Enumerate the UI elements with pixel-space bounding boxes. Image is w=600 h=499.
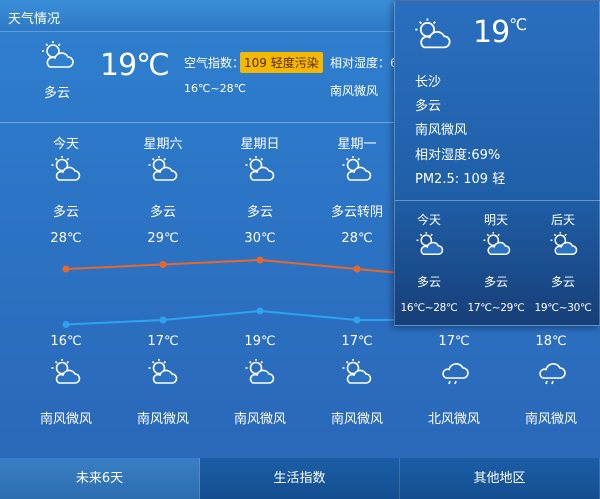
sun-cloud-icon — [245, 156, 275, 181]
sun-cloud-icon — [51, 359, 81, 384]
current-condition: 多云 — [44, 86, 71, 101]
low-temp-point — [353, 316, 361, 324]
low-temp-point — [159, 316, 167, 324]
sun-cloud-icon — [415, 18, 451, 49]
sun-cloud-icon — [342, 156, 372, 181]
cloud-rain-icon — [442, 363, 469, 385]
popup-divider — [395, 200, 600, 201]
sun-cloud-icon — [245, 359, 275, 384]
day-name: 星期日 — [240, 137, 280, 152]
day-name: 星期一 — [337, 137, 377, 152]
cloud-rain-icon — [539, 363, 566, 385]
popup-day-condition: 多云 — [483, 275, 508, 289]
popup-day-condition: 多云 — [550, 275, 575, 289]
high-temp: 28℃ — [341, 231, 373, 246]
day-wind: 南风微风 — [136, 412, 189, 427]
day-condition: 多云 — [149, 205, 176, 220]
day-wind: 南风微风 — [233, 412, 286, 427]
sun-cloud-icon — [148, 359, 178, 384]
window-title: 天气情况 — [8, 12, 61, 27]
sun-cloud-icon — [483, 231, 511, 255]
sun-cloud-icon — [51, 156, 81, 181]
day-wind: 南风微风 — [524, 412, 577, 427]
day-condition: 多云 — [246, 205, 273, 220]
day-wind: 南风微风 — [330, 412, 383, 427]
low-temp: 17℃ — [438, 334, 470, 349]
sun-cloud-icon — [416, 231, 444, 255]
air-quality-badge[interactable]: 109 轻度污染 — [240, 52, 323, 73]
popup-day-range: 16℃~28℃ — [400, 302, 458, 314]
weather-popup: 19℃ 长沙 多云 南风微风 相对湿度:69% PM2.5: 109 轻 今天多… — [394, 0, 600, 326]
sun-cloud-icon — [550, 231, 578, 255]
air-quality-label: 空气指数： — [184, 56, 245, 70]
temperature-range: 16℃~28℃ — [184, 82, 246, 95]
popup-temperature: 19℃ — [473, 15, 527, 50]
popup-day-condition: 多云 — [416, 275, 441, 289]
high-temp: 30℃ — [244, 231, 276, 246]
popup-day-range: 19℃~30℃ — [534, 302, 592, 314]
tab-forecast[interactable]: 未来6天 — [0, 458, 200, 499]
sun-cloud-icon — [42, 41, 74, 68]
high-temp-point — [159, 261, 167, 268]
humidity-text: 相对湿度：6 — [330, 56, 398, 70]
high-temp-point — [256, 256, 264, 264]
popup-day-name: 后天 — [550, 213, 575, 227]
low-temp-point — [256, 307, 264, 315]
day-name: 今天 — [52, 137, 79, 152]
low-temp: 17℃ — [147, 334, 179, 349]
popup-day-name: 今天 — [416, 213, 441, 227]
low-temp: 16℃ — [50, 334, 82, 349]
bottom-tabs: 未来6天 生活指数 其他地区 — [0, 458, 600, 499]
popup-day-range: 17℃~29℃ — [467, 302, 525, 314]
wind-text: 南风微风 — [330, 84, 379, 98]
popup-day-name: 明天 — [483, 213, 508, 227]
popup-condition: 多云 — [415, 99, 442, 114]
current-temperature: 19℃ — [100, 48, 170, 83]
sun-cloud-icon — [148, 156, 178, 181]
tab-life-index[interactable]: 生活指数 — [200, 458, 400, 499]
high-temp: 29℃ — [147, 231, 179, 246]
low-temp: 18℃ — [535, 334, 567, 349]
sun-cloud-icon — [342, 359, 372, 384]
low-temp-point — [62, 321, 70, 328]
day-wind: 北风微风 — [427, 412, 480, 427]
low-temp: 19℃ — [244, 334, 276, 349]
popup-city: 长沙 — [415, 75, 442, 90]
popup-pm25: PM2.5: 109 轻 — [415, 172, 506, 187]
popup-wind: 南风微风 — [415, 123, 468, 138]
day-wind: 南风微风 — [39, 412, 92, 427]
high-temp-point — [62, 265, 70, 273]
day-condition: 多云 — [52, 205, 79, 220]
day-condition: 多云转阴 — [330, 205, 383, 220]
low-temp: 17℃ — [341, 334, 373, 349]
day-name: 星期六 — [143, 137, 183, 152]
tab-other-regions[interactable]: 其他地区 — [400, 458, 600, 499]
high-temp-point — [353, 265, 361, 273]
popup-humidity: 相对湿度:69% — [415, 148, 501, 163]
high-temp: 28℃ — [50, 231, 82, 246]
